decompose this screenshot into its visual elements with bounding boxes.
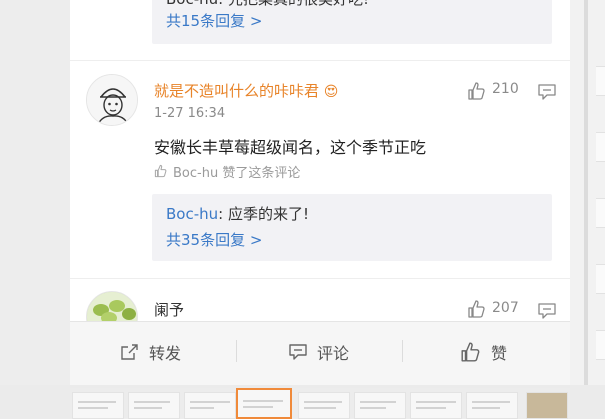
thumbnail[interactable] <box>526 392 568 419</box>
divider <box>70 278 570 279</box>
comment-reply-icon[interactable] <box>537 302 557 320</box>
like-count: 207 <box>492 300 519 316</box>
thumbs-up-icon[interactable] <box>467 81 487 101</box>
strip-cell <box>596 66 605 96</box>
reply-text: : 应季的来了! <box>218 205 309 223</box>
divider <box>70 60 570 61</box>
scrollbar-track[interactable] <box>584 0 588 385</box>
comment-icon <box>289 344 307 360</box>
comment-button[interactable]: 评论 <box>288 322 349 382</box>
thumbnail[interactable] <box>72 392 124 419</box>
strip-cell <box>596 264 605 294</box>
comment-username[interactable]: 就是不造叫什么的咔咔君 😍 <box>154 80 338 101</box>
strip-cell <box>596 330 605 360</box>
strip-cell <box>596 132 605 162</box>
thumbs-up-icon[interactable] <box>467 299 487 319</box>
like-button[interactable]: 赞 <box>460 322 507 382</box>
thumbnail[interactable] <box>298 392 350 419</box>
action-separator <box>402 340 403 362</box>
thumbnail-strip <box>70 388 570 419</box>
more-replies-link[interactable]: 共15条回复 > <box>152 10 552 32</box>
like-count: 210 <box>492 81 519 97</box>
reply-preview-box[interactable]: Boc-hu: 先把菜真的很美好吃! 共15条回复 > <box>152 0 552 44</box>
thumbnail-active[interactable] <box>236 388 292 419</box>
repost-button[interactable]: 转发 <box>120 322 181 382</box>
reply-preview-box[interactable]: Boc-hu: 应季的来了! 共35条回复 > <box>152 194 552 261</box>
repost-icon <box>121 344 138 360</box>
comment-reply-icon[interactable] <box>537 83 557 101</box>
repost-label: 转发 <box>149 344 182 363</box>
thumbnail[interactable] <box>184 392 236 419</box>
thumbnail[interactable] <box>466 392 518 419</box>
avatar[interactable] <box>86 74 138 126</box>
username-text: 就是不造叫什么的咔咔君 <box>154 82 320 100</box>
reply-preview: Boc-hu: 应季的来了! <box>152 203 552 225</box>
action-bar: 转发 评论 赞 <box>70 321 570 385</box>
comment-text: 安徽长丰草莓超级闻名，这个季节正吃 <box>154 138 427 157</box>
thumbnail[interactable] <box>354 392 406 419</box>
more-replies-link[interactable]: 共35条回复 > <box>152 229 552 251</box>
liked-by-thumb-icon <box>154 164 167 178</box>
liked-by-text: Boc-hu 赞了这条评论 <box>173 166 301 181</box>
thumbnail[interactable] <box>128 392 180 419</box>
strip-cell <box>596 198 605 228</box>
reply-preview-partial: Boc-hu: 先把菜真的很美好吃! <box>152 0 552 10</box>
user-badge-emoji: 😍 <box>323 84 339 100</box>
comment-time: 1-27 16:34 <box>154 106 226 121</box>
comment-username[interactable]: 阑予 <box>154 299 184 320</box>
comment-label: 评论 <box>317 344 350 363</box>
like-icon <box>461 342 480 362</box>
like-label: 赞 <box>491 344 508 363</box>
reply-username[interactable]: Boc-hu <box>166 205 218 223</box>
right-scroll-strip <box>570 0 605 385</box>
left-gutter <box>0 0 70 385</box>
action-separator <box>236 340 237 362</box>
thumbnail[interactable] <box>410 392 462 419</box>
avatar-sketch-icon <box>87 75 137 125</box>
